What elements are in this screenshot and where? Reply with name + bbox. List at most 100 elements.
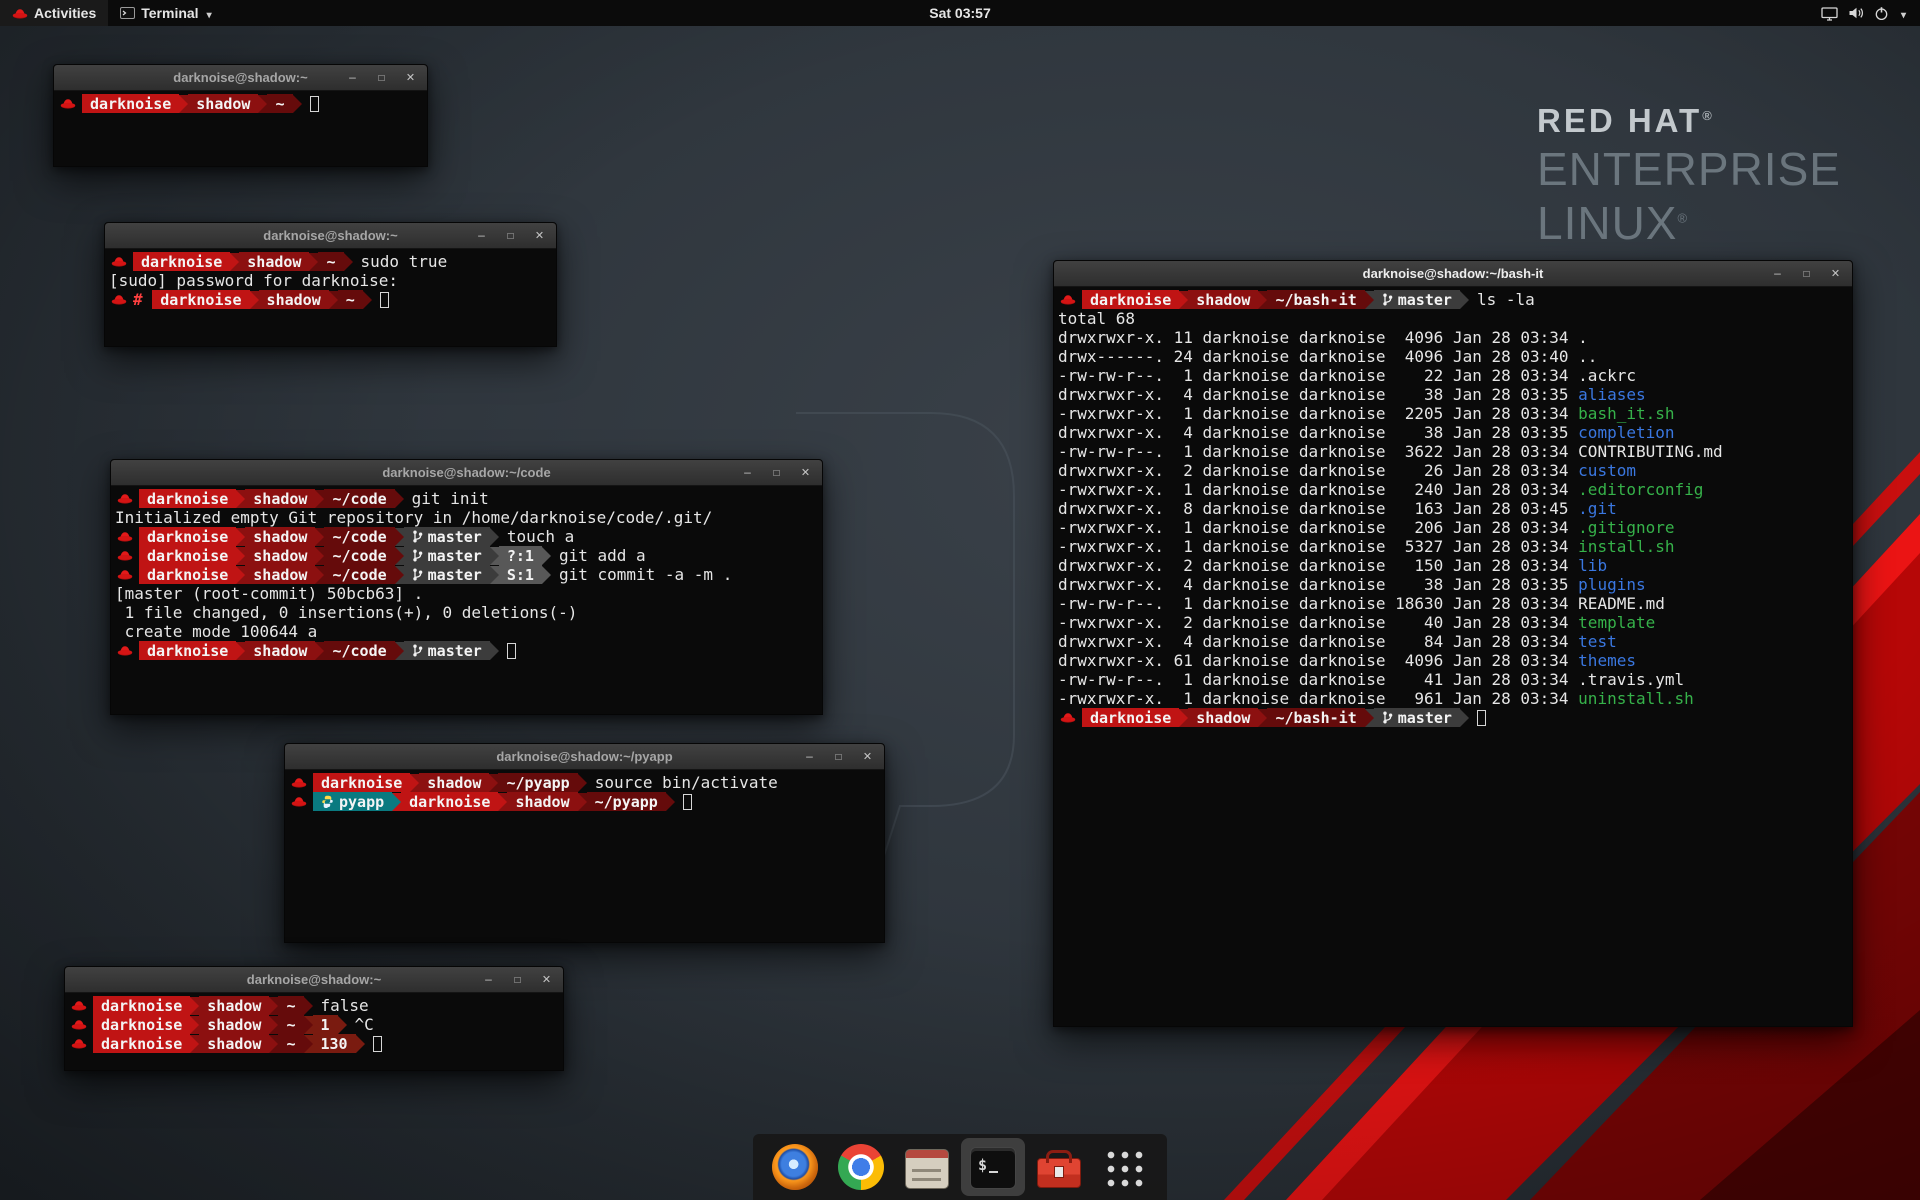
window-controls [475, 222, 556, 250]
minimize-button[interactable] [741, 459, 754, 487]
maximize-button[interactable] [511, 966, 524, 994]
terminal-content[interactable]: darknoiseshadow~/bash-itmasterls -latota… [1054, 287, 1852, 1026]
git-branch-icon [1382, 710, 1393, 725]
terminal-line: [sudo] password for darknoise: [109, 271, 552, 290]
redhat-icon [117, 644, 133, 657]
minimize-button[interactable] [1771, 260, 1784, 288]
command-text: source bin/activate [595, 773, 778, 792]
terminal-cursor [507, 643, 516, 659]
prompt-segment: ~/bash-it [1267, 708, 1364, 727]
output-text: -rwxrwxr-x. 1 darknoise darknoise 2205 J… [1058, 404, 1578, 423]
terminal-content[interactable]: darknoiseshadow~/pyappsource bin/activat… [285, 770, 884, 942]
output-text: .editorconfig [1578, 480, 1703, 499]
powerline-separator [236, 490, 245, 508]
dock-item-files[interactable] [895, 1138, 959, 1196]
minimize-button[interactable] [346, 64, 359, 92]
powerline-separator [309, 253, 318, 271]
output-text: drwx------. 24 darknoise darknoise 4096 … [1058, 347, 1597, 366]
terminal-window[interactable]: darknoise@shadow:~darknoiseshadow~falsed… [64, 966, 564, 1071]
terminal-content[interactable]: darknoiseshadow~falsedarknoiseshadow~1^C… [65, 993, 563, 1070]
toolbox-icon [1037, 1158, 1081, 1188]
close-button[interactable] [861, 743, 874, 771]
prompt-segment: shadow [259, 290, 329, 309]
window-titlebar[interactable]: darknoise@shadow:~ [54, 65, 427, 91]
redhat-icon [117, 492, 133, 505]
window-titlebar[interactable]: darknoise@shadow:~ [105, 223, 556, 249]
window-titlebar[interactable]: darknoise@shadow:~/pyapp [285, 744, 884, 770]
prompt-segment: darknoise [139, 565, 236, 584]
terminal-line: darknoiseshadow~/codemasterS:1git commit… [115, 565, 818, 584]
close-button[interactable] [540, 966, 553, 994]
terminal-window[interactable]: darknoise@shadow:~darknoiseshadow~sudo t… [104, 222, 557, 347]
output-text: drwxrwxr-x. 4 darknoise darknoise 38 Jan… [1058, 385, 1578, 404]
clock[interactable]: Sat 03:57 [0, 5, 1920, 21]
dock-item-toolbox[interactable] [1027, 1138, 1091, 1196]
terminal-window[interactable]: darknoise@shadow:~/pyappdarknoiseshadow~… [284, 743, 885, 943]
terminal-line: drwx------. 24 darknoise darknoise 4096 … [1058, 347, 1848, 366]
close-button[interactable] [404, 64, 417, 92]
minimize-button[interactable] [803, 743, 816, 771]
output-text: completion [1578, 423, 1674, 442]
terminal-window[interactable]: darknoise@shadow:~/codedarknoiseshadow~/… [110, 459, 823, 715]
prompt-segment: shadow [199, 1015, 269, 1034]
power-icon [1874, 6, 1889, 21]
terminal-content[interactable]: darknoiseshadow~ [54, 91, 427, 166]
window-titlebar[interactable]: darknoise@shadow:~ [65, 967, 563, 993]
maximize-button[interactable] [832, 743, 845, 771]
prompt-segment: master [404, 641, 490, 660]
redhat-icon [71, 1018, 87, 1031]
terminal-window[interactable]: darknoise@shadow:~/bash-itdarknoiseshado… [1053, 260, 1853, 1027]
terminal-line: drwxrwxr-x. 11 darknoise darknoise 4096 … [1058, 328, 1848, 347]
window-titlebar[interactable]: darknoise@shadow:~/code [111, 460, 822, 486]
close-button[interactable] [1829, 260, 1842, 288]
prompt-segment: ?:1 [499, 546, 542, 565]
close-button[interactable] [799, 459, 812, 487]
terminal-line: drwxrwxr-x. 4 darknoise darknoise 84 Jan… [1058, 632, 1848, 651]
terminal-window[interactable]: darknoise@shadow:~darknoiseshadow~ [53, 64, 428, 167]
powerline-separator [344, 253, 353, 271]
prompt-segment: ~/code [324, 527, 394, 546]
prompt-segment: master [404, 527, 490, 546]
activities-label: Activities [34, 5, 96, 21]
activities-button[interactable]: Activities [0, 0, 108, 26]
minimize-button[interactable] [482, 966, 495, 994]
app-menu[interactable]: Terminal [108, 0, 223, 26]
close-button[interactable] [533, 222, 546, 250]
terminal-line: darknoiseshadow~/codemaster?:1git add a [115, 546, 818, 565]
chevron-down-icon [205, 5, 212, 21]
powerline-separator [190, 997, 199, 1015]
command-text: sudo true [361, 252, 448, 271]
terminal-cursor [380, 292, 389, 308]
output-text: -rwxrwxr-x. 1 darknoise darknoise 961 Ja… [1058, 689, 1578, 708]
terminal-content[interactable]: darknoiseshadow~/codegit initInitialized… [111, 486, 822, 714]
terminal-content[interactable]: darknoiseshadow~sudo true[sudo] password… [105, 249, 556, 346]
terminal-line: Initialized empty Git repository in /hom… [115, 508, 818, 527]
powerline-separator [356, 1035, 365, 1053]
git-branch-icon [412, 567, 423, 582]
maximize-button[interactable] [1800, 260, 1813, 288]
firefox-icon [772, 1144, 818, 1190]
dock [753, 1134, 1167, 1200]
command-text: ^C [355, 1015, 374, 1034]
output-text: [master (root-commit) 50bcb63] . [115, 584, 423, 603]
maximize-button[interactable] [375, 64, 388, 92]
output-text: -rw-rw-r--. 1 darknoise darknoise 22 Jan… [1058, 366, 1636, 385]
terminal-line: -rwxrwxr-x. 1 darknoise darknoise 206 Ja… [1058, 518, 1848, 537]
dock-item-chrome[interactable] [829, 1138, 893, 1196]
dock-item-terminal[interactable] [961, 1138, 1025, 1196]
app-grid-icon [1105, 1149, 1145, 1189]
system-status-area[interactable] [1807, 0, 1920, 26]
redhat-icon [291, 795, 307, 808]
prompt-segment: darknoise [139, 641, 236, 660]
minimize-button[interactable] [475, 222, 488, 250]
maximize-button[interactable] [770, 459, 783, 487]
powerline-separator [490, 547, 499, 565]
dock-item-app-grid[interactable] [1093, 1138, 1157, 1196]
powerline-separator [315, 547, 324, 565]
powerline-separator [542, 566, 551, 584]
maximize-button[interactable] [504, 222, 517, 250]
window-titlebar[interactable]: darknoise@shadow:~/bash-it [1054, 261, 1852, 287]
terminal-line: darknoiseshadow~1^C [69, 1015, 559, 1034]
terminal-cursor [310, 96, 319, 112]
dock-item-firefox[interactable] [763, 1138, 827, 1196]
